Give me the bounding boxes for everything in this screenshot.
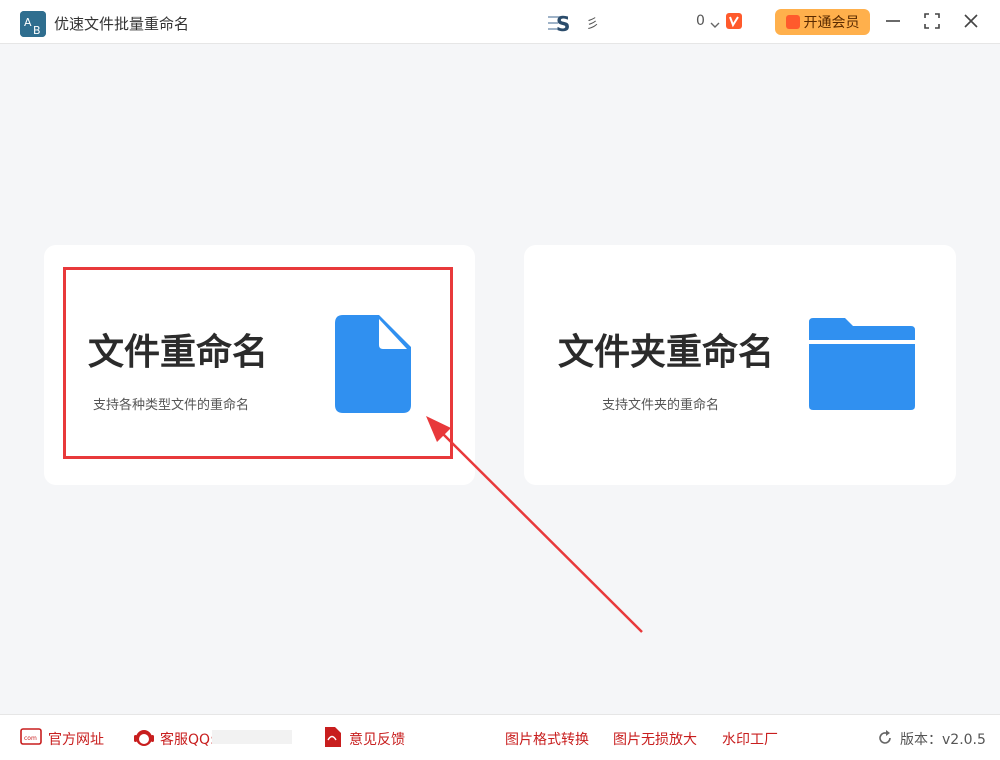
chevron-down-icon[interactable] [710,15,720,28]
support-avatar-icon[interactable] [132,727,156,753]
app-title: 优速文件批量重命名 [54,15,190,33]
user-avatar-icon[interactable]: S [548,12,578,36]
folder-rename-card[interactable]: 文件夹重命名 支持文件夹的重命名 [524,245,956,485]
svg-text:A: A [24,16,32,29]
feedback-icon[interactable] [323,727,341,751]
folder-icon [809,318,915,414]
vip-badge-icon[interactable] [726,13,742,29]
coin-count[interactable]: 0 [696,13,705,29]
app-logo-icon: A B [20,11,46,37]
vip-crown-icon [785,15,800,29]
folder-rename-subtitle: 支持文件夹的重命名 [602,398,720,413]
qq-number-field [212,730,292,744]
svg-text:com: com [24,735,37,742]
close-icon[interactable] [960,10,982,32]
user-name[interactable]: 彡 [586,13,599,32]
image-format-convert-link[interactable]: 图片格式转换 [505,729,589,749]
version-label: 版本：v2.0.5 [900,732,986,748]
title-bar: A B 优速文件批量重命名 S 彡 0 开通会员 [0,0,1000,44]
vip-button-label: 开通会员 [803,15,860,31]
watermark-factory-link[interactable]: 水印工厂 [722,729,778,749]
image-upscale-link[interactable]: 图片无损放大 [613,729,697,749]
maximize-icon[interactable] [921,10,943,32]
feedback-link[interactable]: 意见反馈 [349,729,405,749]
folder-rename-title: 文件夹重命名 [558,332,775,373]
support-qq-label[interactable]: 客服QQ: [160,729,215,749]
svg-text:B: B [33,24,41,37]
footer-bar: com 官方网址 客服QQ: 意见反馈 图片格式转换 图片无损放大 水印工厂 版… [0,714,1000,760]
svg-text:S: S [556,12,570,34]
highlight-box [63,267,453,459]
minimize-icon[interactable] [882,10,904,32]
website-icon[interactable]: com [20,727,42,751]
refresh-icon[interactable] [877,730,893,750]
website-link[interactable]: 官方网址 [48,729,104,749]
vip-button[interactable]: 开通会员 [775,9,870,35]
